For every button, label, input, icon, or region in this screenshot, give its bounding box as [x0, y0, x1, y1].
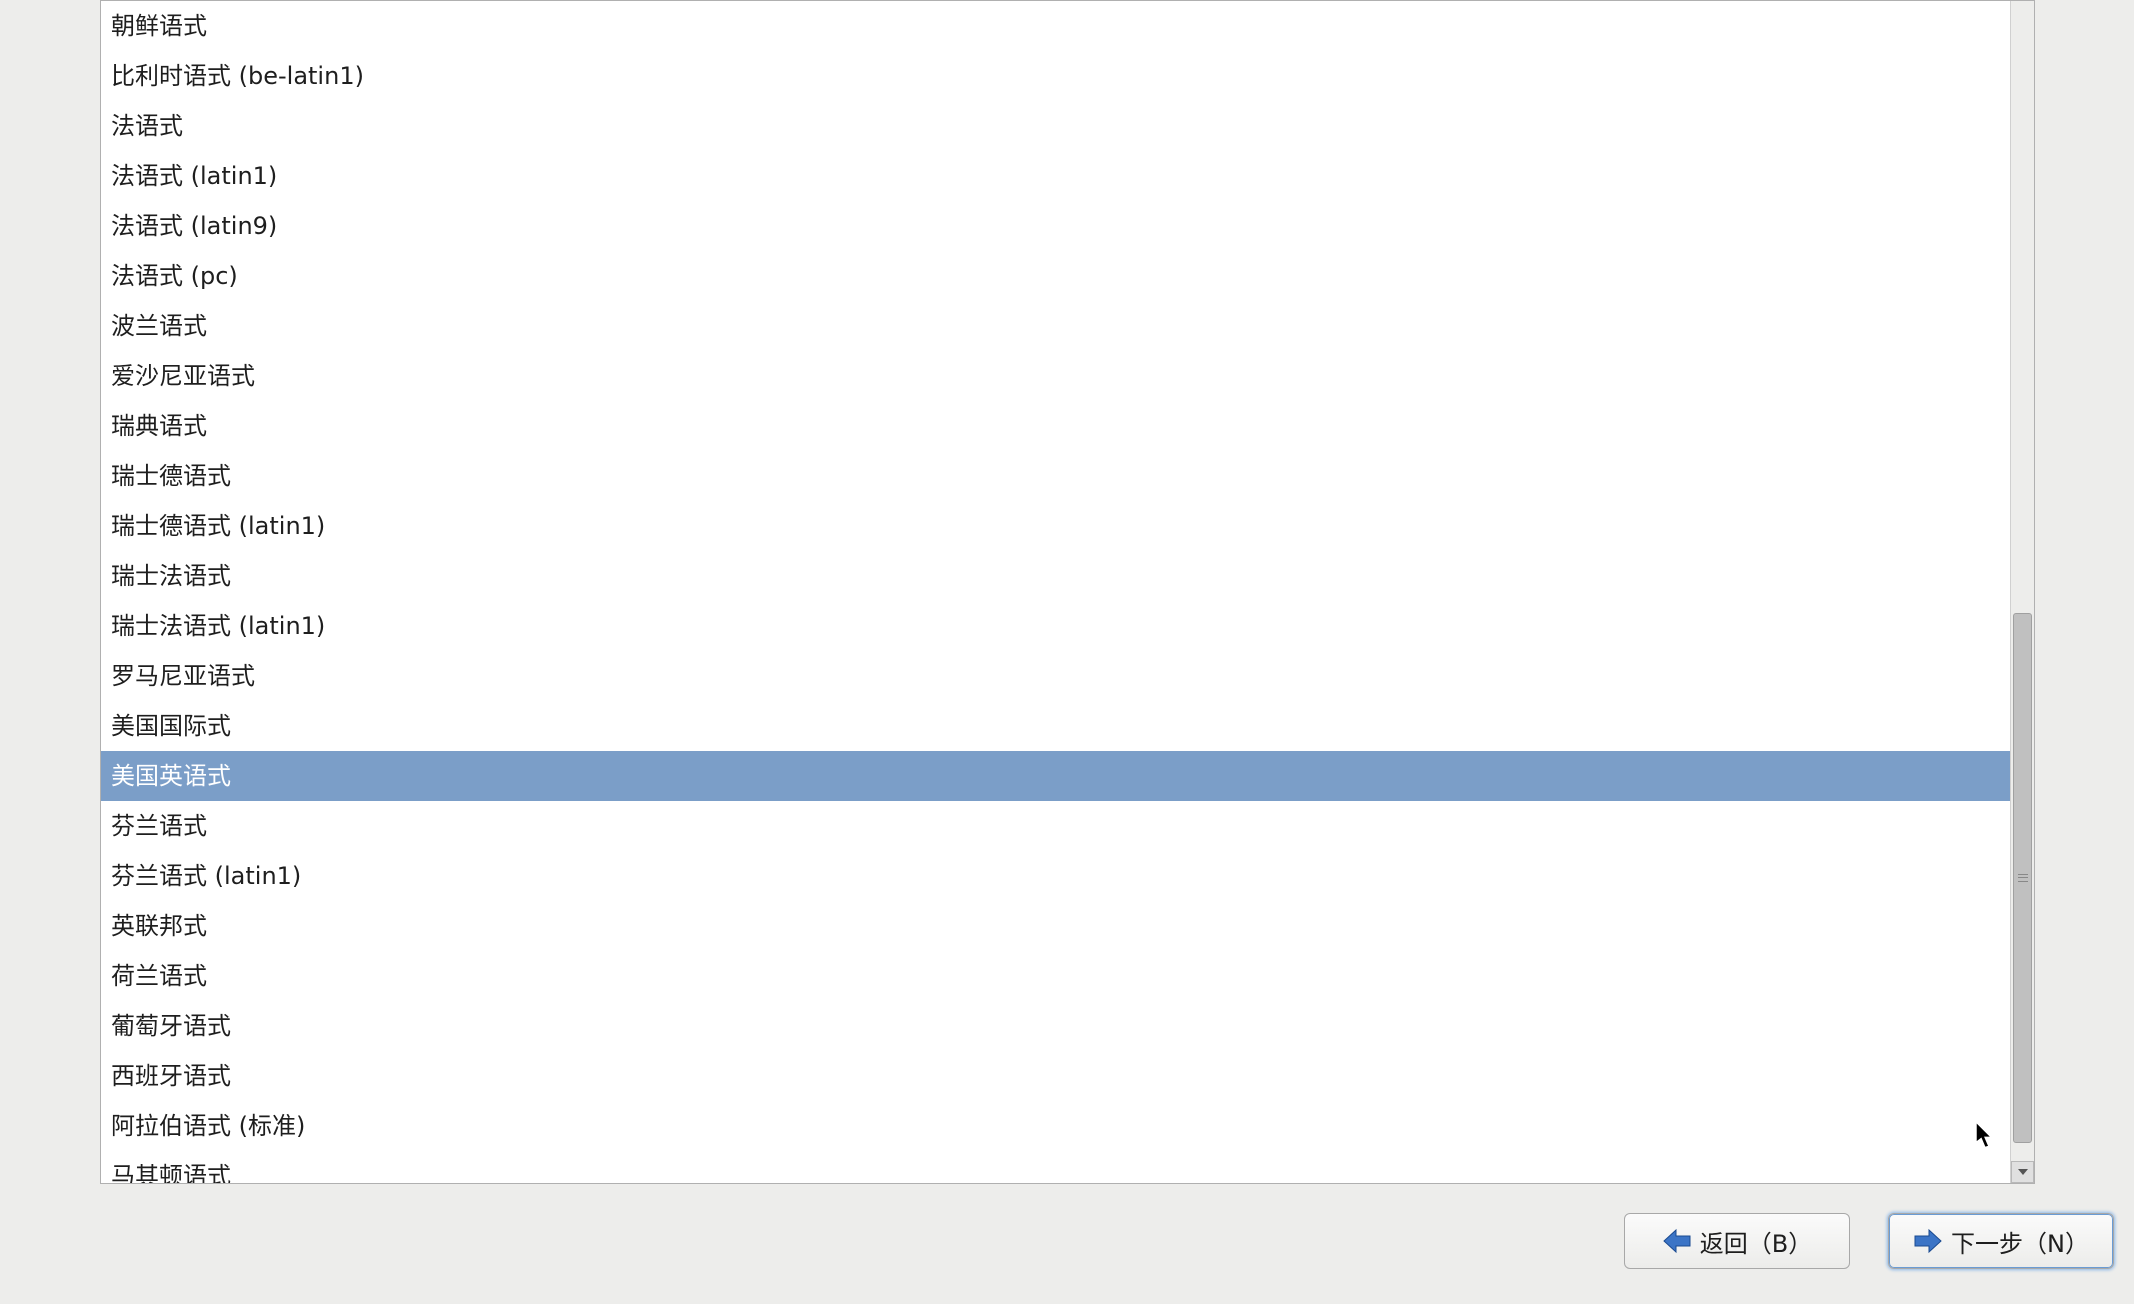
vertical-scrollbar[interactable] [2010, 1, 2034, 1183]
next-button[interactable]: 下一步（N） [1888, 1213, 2114, 1269]
keyboard-layout-panel: 朝鲜语式比利时语式 (be-latin1)法语式法语式 (latin1)法语式 … [100, 0, 2035, 1184]
arrow-right-icon [1913, 1228, 1943, 1254]
list-item[interactable]: 美国国际式 [101, 701, 2010, 751]
keyboard-layout-list[interactable]: 朝鲜语式比利时语式 (be-latin1)法语式法语式 (latin1)法语式 … [101, 1, 2010, 1183]
scrollbar-thumb[interactable] [2013, 613, 2032, 1143]
list-item[interactable]: 波兰语式 [101, 301, 2010, 351]
list-item[interactable]: 瑞士法语式 (latin1) [101, 601, 2010, 651]
list-item[interactable]: 罗马尼亚语式 [101, 651, 2010, 701]
arrow-left-icon [1662, 1228, 1692, 1254]
next-button-label: 下一步（N） [1951, 1224, 2089, 1259]
list-item[interactable]: 法语式 (pc) [101, 251, 2010, 301]
list-item[interactable]: 瑞士德语式 [101, 451, 2010, 501]
list-item[interactable]: 爱沙尼亚语式 [101, 351, 2010, 401]
list-item[interactable]: 瑞士法语式 [101, 551, 2010, 601]
list-item[interactable]: 朝鲜语式 [101, 1, 2010, 51]
list-item[interactable]: 葡萄牙语式 [101, 1001, 2010, 1051]
back-button-label: 返回（B） [1700, 1224, 1812, 1259]
list-item[interactable]: 英联邦式 [101, 901, 2010, 951]
list-item[interactable]: 美国英语式 [101, 751, 2010, 801]
list-item[interactable]: 法语式 (latin1) [101, 151, 2010, 201]
back-button[interactable]: 返回（B） [1624, 1213, 1850, 1269]
scrollbar-track[interactable] [2011, 1, 2034, 1161]
list-item[interactable]: 阿拉伯语式 (标准) [101, 1101, 2010, 1151]
list-item[interactable]: 法语式 [101, 101, 2010, 151]
list-item[interactable]: 西班牙语式 [101, 1051, 2010, 1101]
keyboard-layout-list-frame: 朝鲜语式比利时语式 (be-latin1)法语式法语式 (latin1)法语式 … [100, 0, 2035, 1184]
list-item[interactable]: 芬兰语式 (latin1) [101, 851, 2010, 901]
list-item[interactable]: 荷兰语式 [101, 951, 2010, 1001]
list-item[interactable]: 瑞士德语式 (latin1) [101, 501, 2010, 551]
list-item[interactable]: 瑞典语式 [101, 401, 2010, 451]
list-item[interactable]: 芬兰语式 [101, 801, 2010, 851]
list-item[interactable]: 法语式 (latin9) [101, 201, 2010, 251]
list-item[interactable]: 比利时语式 (be-latin1) [101, 51, 2010, 101]
scrollbar-down-arrow-icon[interactable] [2011, 1161, 2034, 1183]
wizard-button-row: 返回（B） 下一步（N） [1624, 1213, 2114, 1269]
list-item[interactable]: 马其顿语式 [101, 1151, 2010, 1183]
